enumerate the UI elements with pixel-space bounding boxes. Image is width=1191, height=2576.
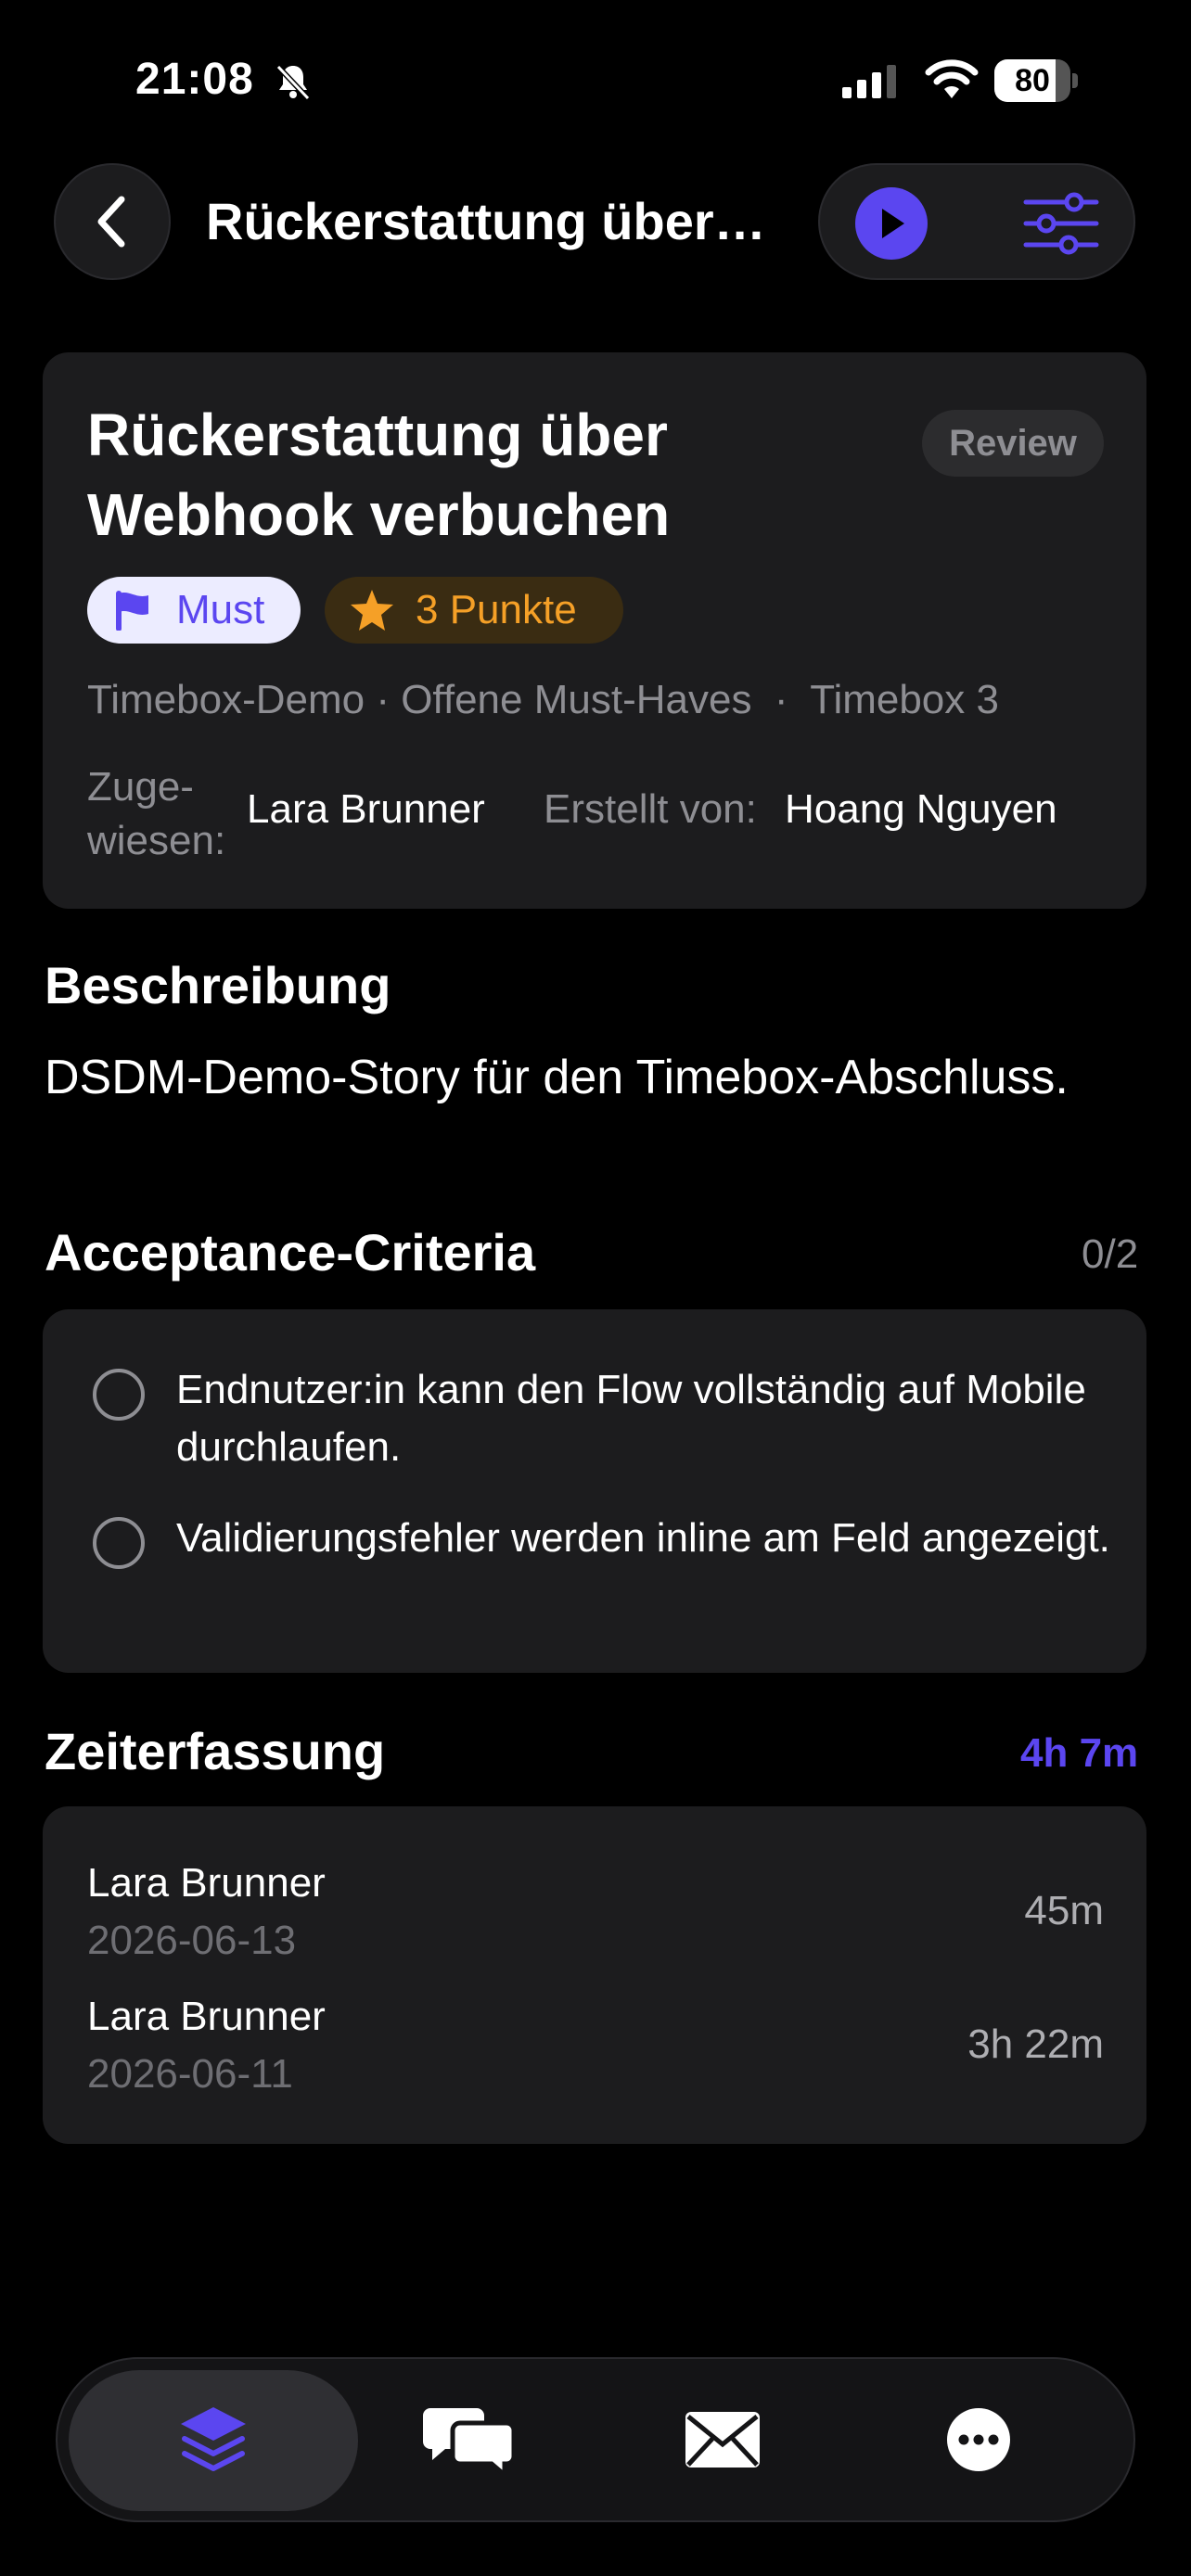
description-text: DSDM-Demo-Story für den Timebox-Abschlus… [45,1051,1069,1104]
status-badge: Review [922,410,1104,477]
story-title: Rückerstattung über Webhook verbuchen [87,402,671,548]
creator-name: Hoang Nguyen [785,786,1057,832]
criterion-text: Endnutzer:in kann den Flow vollständig a… [176,1367,1086,1470]
tab-stories[interactable] [162,2389,264,2491]
star-icon [351,590,393,631]
play-icon [882,209,904,238]
tab-more[interactable] [928,2389,1030,2491]
assignee-name[interactable]: Lara Brunner [247,786,485,833]
breadcrumb: Timebox-Demo · Offene Must-Haves · Timeb… [87,677,999,722]
start-timer-button[interactable] [855,187,928,260]
battery-level: 80 [1015,63,1050,98]
entry-user: Lara Brunner [87,1994,326,2039]
battery-indicator: 80 [994,59,1078,102]
entry-user: Lara Brunner [87,1860,326,1906]
entry-date: 2026-06-13 [87,1918,297,1963]
time-tracking-heading: Zeiterfassung [45,1722,386,1780]
mail-icon [685,2412,760,2468]
created-by-label: Erstellt von: [544,786,757,832]
criteria-heading: Acceptance-Criteria [45,1223,536,1282]
criteria-count: 0/2 [1082,1231,1139,1277]
chevron-left-icon [97,196,125,248]
entry-duration: 3h 22m [967,2021,1104,2067]
criterion-checkbox[interactable] [93,1369,145,1421]
tab-chat[interactable] [417,2389,519,2491]
status-time: 21:08 [135,55,254,104]
points-chip: 3 Punkte [325,577,623,644]
entry-date: 2026-06-11 [87,2051,293,2097]
priority-chip: Must [87,577,301,644]
assigned-label: Zuge- wiesen: [87,764,226,863]
chat-bubbles-icon [423,2408,514,2477]
bell-muted-icon [275,64,311,101]
criterion-checkbox[interactable] [93,1517,145,1569]
criterion-text: Validierungsfehler werden inline am Feld… [176,1515,1110,1561]
points-label: 3 Punkte [416,587,577,632]
sliders-icon[interactable] [1022,191,1100,256]
cellular-signal-icon [842,65,896,98]
description-heading: Beschreibung [45,956,391,1014]
flag-icon [116,591,148,631]
wifi-icon [925,59,979,98]
more-icon [947,2408,1010,2471]
back-button[interactable] [54,163,171,280]
page-title: Rückerstattung über… [206,192,766,250]
entry-duration: 45m [1024,1888,1104,1933]
layers-icon [181,2407,246,2471]
tab-mail[interactable] [672,2389,774,2491]
priority-label: Must [176,587,265,632]
time-total: 4h 7m [1020,1730,1139,1776]
